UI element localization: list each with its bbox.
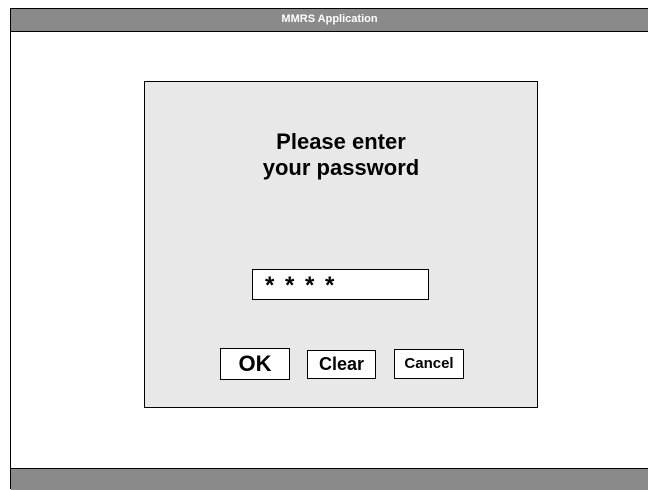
password-input[interactable]: * * * * [252,269,429,300]
app-window: MMRS Application Please enter your passw… [10,8,648,490]
status-bar [11,468,648,490]
password-prompt: Please enter your password [145,129,537,181]
ok-button[interactable]: OK [220,348,290,380]
prompt-line-1: Please enter [276,129,406,154]
title-bar: MMRS Application [11,9,648,32]
clear-button[interactable]: Clear [307,350,376,379]
password-dialog: Please enter your password * * * * OK Cl… [144,81,538,408]
prompt-line-2: your password [262,155,420,180]
cancel-button[interactable]: Cancel [394,349,464,379]
